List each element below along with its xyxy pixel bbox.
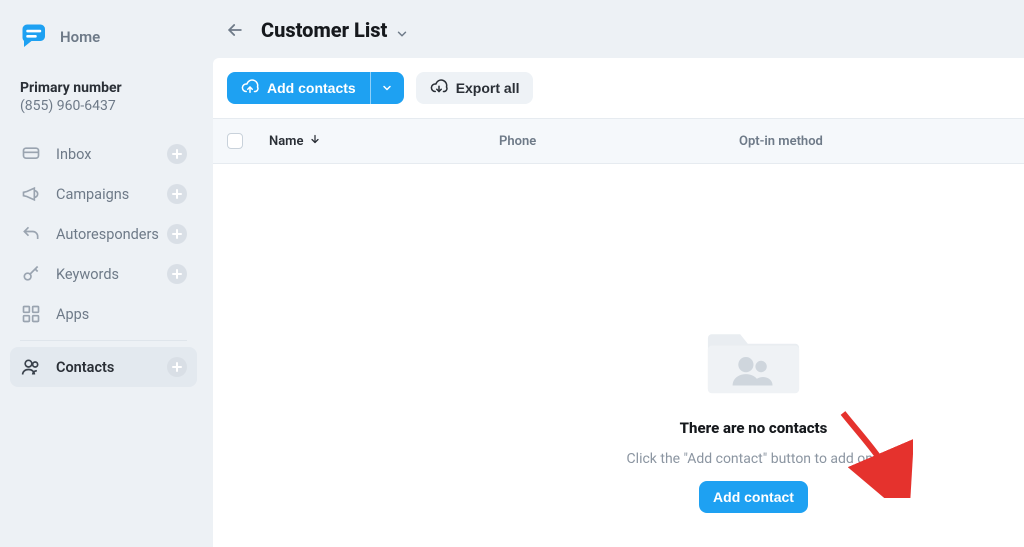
select-all-cell <box>227 133 269 149</box>
sidebar-item-inbox[interactable]: Inbox <box>10 134 197 174</box>
content: Add contacts Export all <box>213 58 1024 547</box>
sidebar-item-campaigns[interactable]: Campaigns <box>10 174 197 214</box>
add-icon[interactable] <box>167 264 187 284</box>
table-header: Name Phone Opt-in method <box>213 118 1024 164</box>
contacts-icon <box>20 356 42 378</box>
add-icon[interactable] <box>167 184 187 204</box>
add-icon[interactable] <box>167 357 187 377</box>
column-header-phone[interactable]: Phone <box>499 134 739 149</box>
sidebar-item-autoresponders[interactable]: Autoresponders <box>10 214 197 254</box>
brand-row: Home <box>10 18 197 66</box>
primary-number-label: Primary number <box>20 80 187 96</box>
add-icon[interactable] <box>167 224 187 244</box>
brand-logo <box>18 20 48 54</box>
home-link[interactable]: Home <box>60 28 100 46</box>
megaphone-icon <box>20 183 42 205</box>
title-row: Customer List <box>207 0 1024 58</box>
select-all-checkbox[interactable] <box>227 133 243 149</box>
add-icon[interactable] <box>167 144 187 164</box>
reply-icon <box>20 223 42 245</box>
sidebar-item-contacts[interactable]: Contacts <box>10 347 197 387</box>
sidebar-item-label: Contacts <box>56 359 167 376</box>
sidebar: Home Primary number (855) 960-6437 Inbox… <box>0 0 207 547</box>
primary-number-value: (855) 960-6437 <box>20 98 187 114</box>
column-header-optin[interactable]: Opt-in method <box>739 134 1010 149</box>
add-contacts-button[interactable]: Add contacts <box>227 72 370 104</box>
sidebar-item-label: Campaigns <box>56 186 167 203</box>
add-contacts-caret[interactable] <box>370 72 404 104</box>
add-contacts-split-button: Add contacts <box>227 72 404 104</box>
empty-folder-icon <box>706 317 801 401</box>
add-contact-button[interactable]: Add contact <box>699 481 808 513</box>
sidebar-item-keywords[interactable]: Keywords <box>10 254 197 294</box>
page-title: Customer List <box>261 18 387 42</box>
key-icon <box>20 263 42 285</box>
divider <box>20 340 187 341</box>
nav-list: Inbox Campaigns Autoresponders <box>10 134 197 387</box>
chevron-down-icon <box>395 22 411 38</box>
primary-number-block: Primary number (855) 960-6437 <box>10 66 197 128</box>
apps-icon <box>20 303 42 325</box>
inbox-icon <box>20 143 42 165</box>
sidebar-item-apps[interactable]: Apps <box>10 294 197 334</box>
column-header-name[interactable]: Name <box>269 133 499 149</box>
sidebar-item-label: Inbox <box>56 146 167 163</box>
sort-desc-icon <box>309 133 321 149</box>
column-name-label: Name <box>269 134 303 149</box>
empty-state: There are no contacts Click the "Add con… <box>213 164 1024 547</box>
sidebar-item-label: Keywords <box>56 266 167 283</box>
column-optin-label: Opt-in method <box>739 134 823 149</box>
empty-title: There are no contacts <box>680 419 828 437</box>
main: Customer List Add contacts <box>207 0 1024 547</box>
export-all-label: Export all <box>456 80 520 96</box>
empty-subtitle: Click the "Add contact" button to add on… <box>627 451 881 467</box>
sidebar-item-label: Apps <box>56 306 187 323</box>
toolbar: Add contacts Export all <box>213 58 1024 118</box>
export-all-button[interactable]: Export all <box>416 72 534 104</box>
back-button[interactable] <box>223 18 247 42</box>
sidebar-item-label: Autoresponders <box>56 226 167 243</box>
page-title-dropdown[interactable]: Customer List <box>261 18 411 42</box>
cloud-upload-icon <box>241 78 259 99</box>
column-phone-label: Phone <box>499 134 536 149</box>
add-contacts-label: Add contacts <box>267 80 356 96</box>
cloud-download-icon <box>430 78 448 99</box>
